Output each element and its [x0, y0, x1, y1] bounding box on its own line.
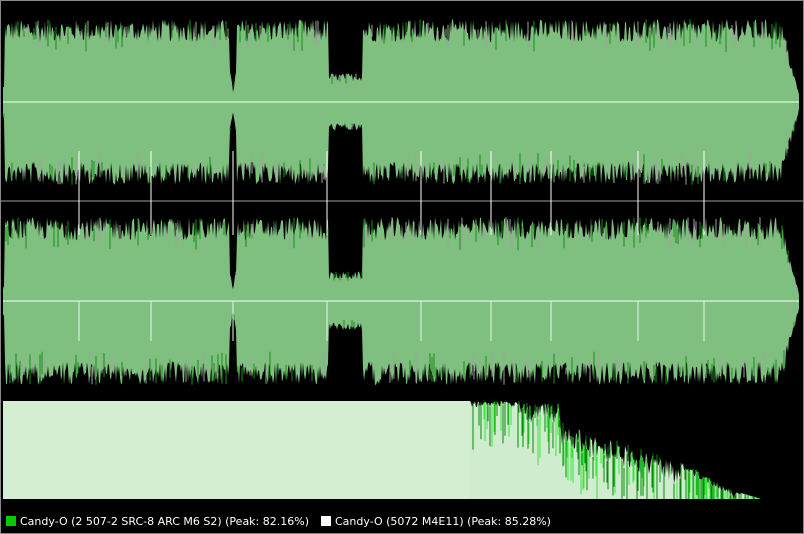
waveform-display	[1, 19, 803, 499]
legend-swatch-white	[321, 516, 331, 526]
legend-item-track-1: Candy-O (2 507-2 SRC-8 ARC M6 S2) (Peak:…	[6, 515, 309, 528]
spectrum-display	[3, 401, 761, 499]
legend-swatch-green	[6, 516, 16, 526]
legend-label-track-1: Candy-O (2 507-2 SRC-8 ARC M6 S2) (Peak:…	[20, 514, 309, 528]
legend-bar: Candy-O (2 507-2 SRC-8 ARC M6 S2) (Peak:…	[1, 509, 803, 533]
waveform-channel-right	[3, 217, 799, 385]
legend-label-track-2: Candy-O (5072 M4E11) (Peak: 85.28%)	[335, 514, 551, 528]
waveform-channel-left	[3, 19, 799, 185]
waveform-comparison-window: Candy-O (2 507-2 SRC-8 ARC M6 S2) (Peak:…	[0, 0, 804, 534]
legend-item-track-2: Candy-O (5072 M4E11) (Peak: 85.28%)	[321, 515, 551, 528]
